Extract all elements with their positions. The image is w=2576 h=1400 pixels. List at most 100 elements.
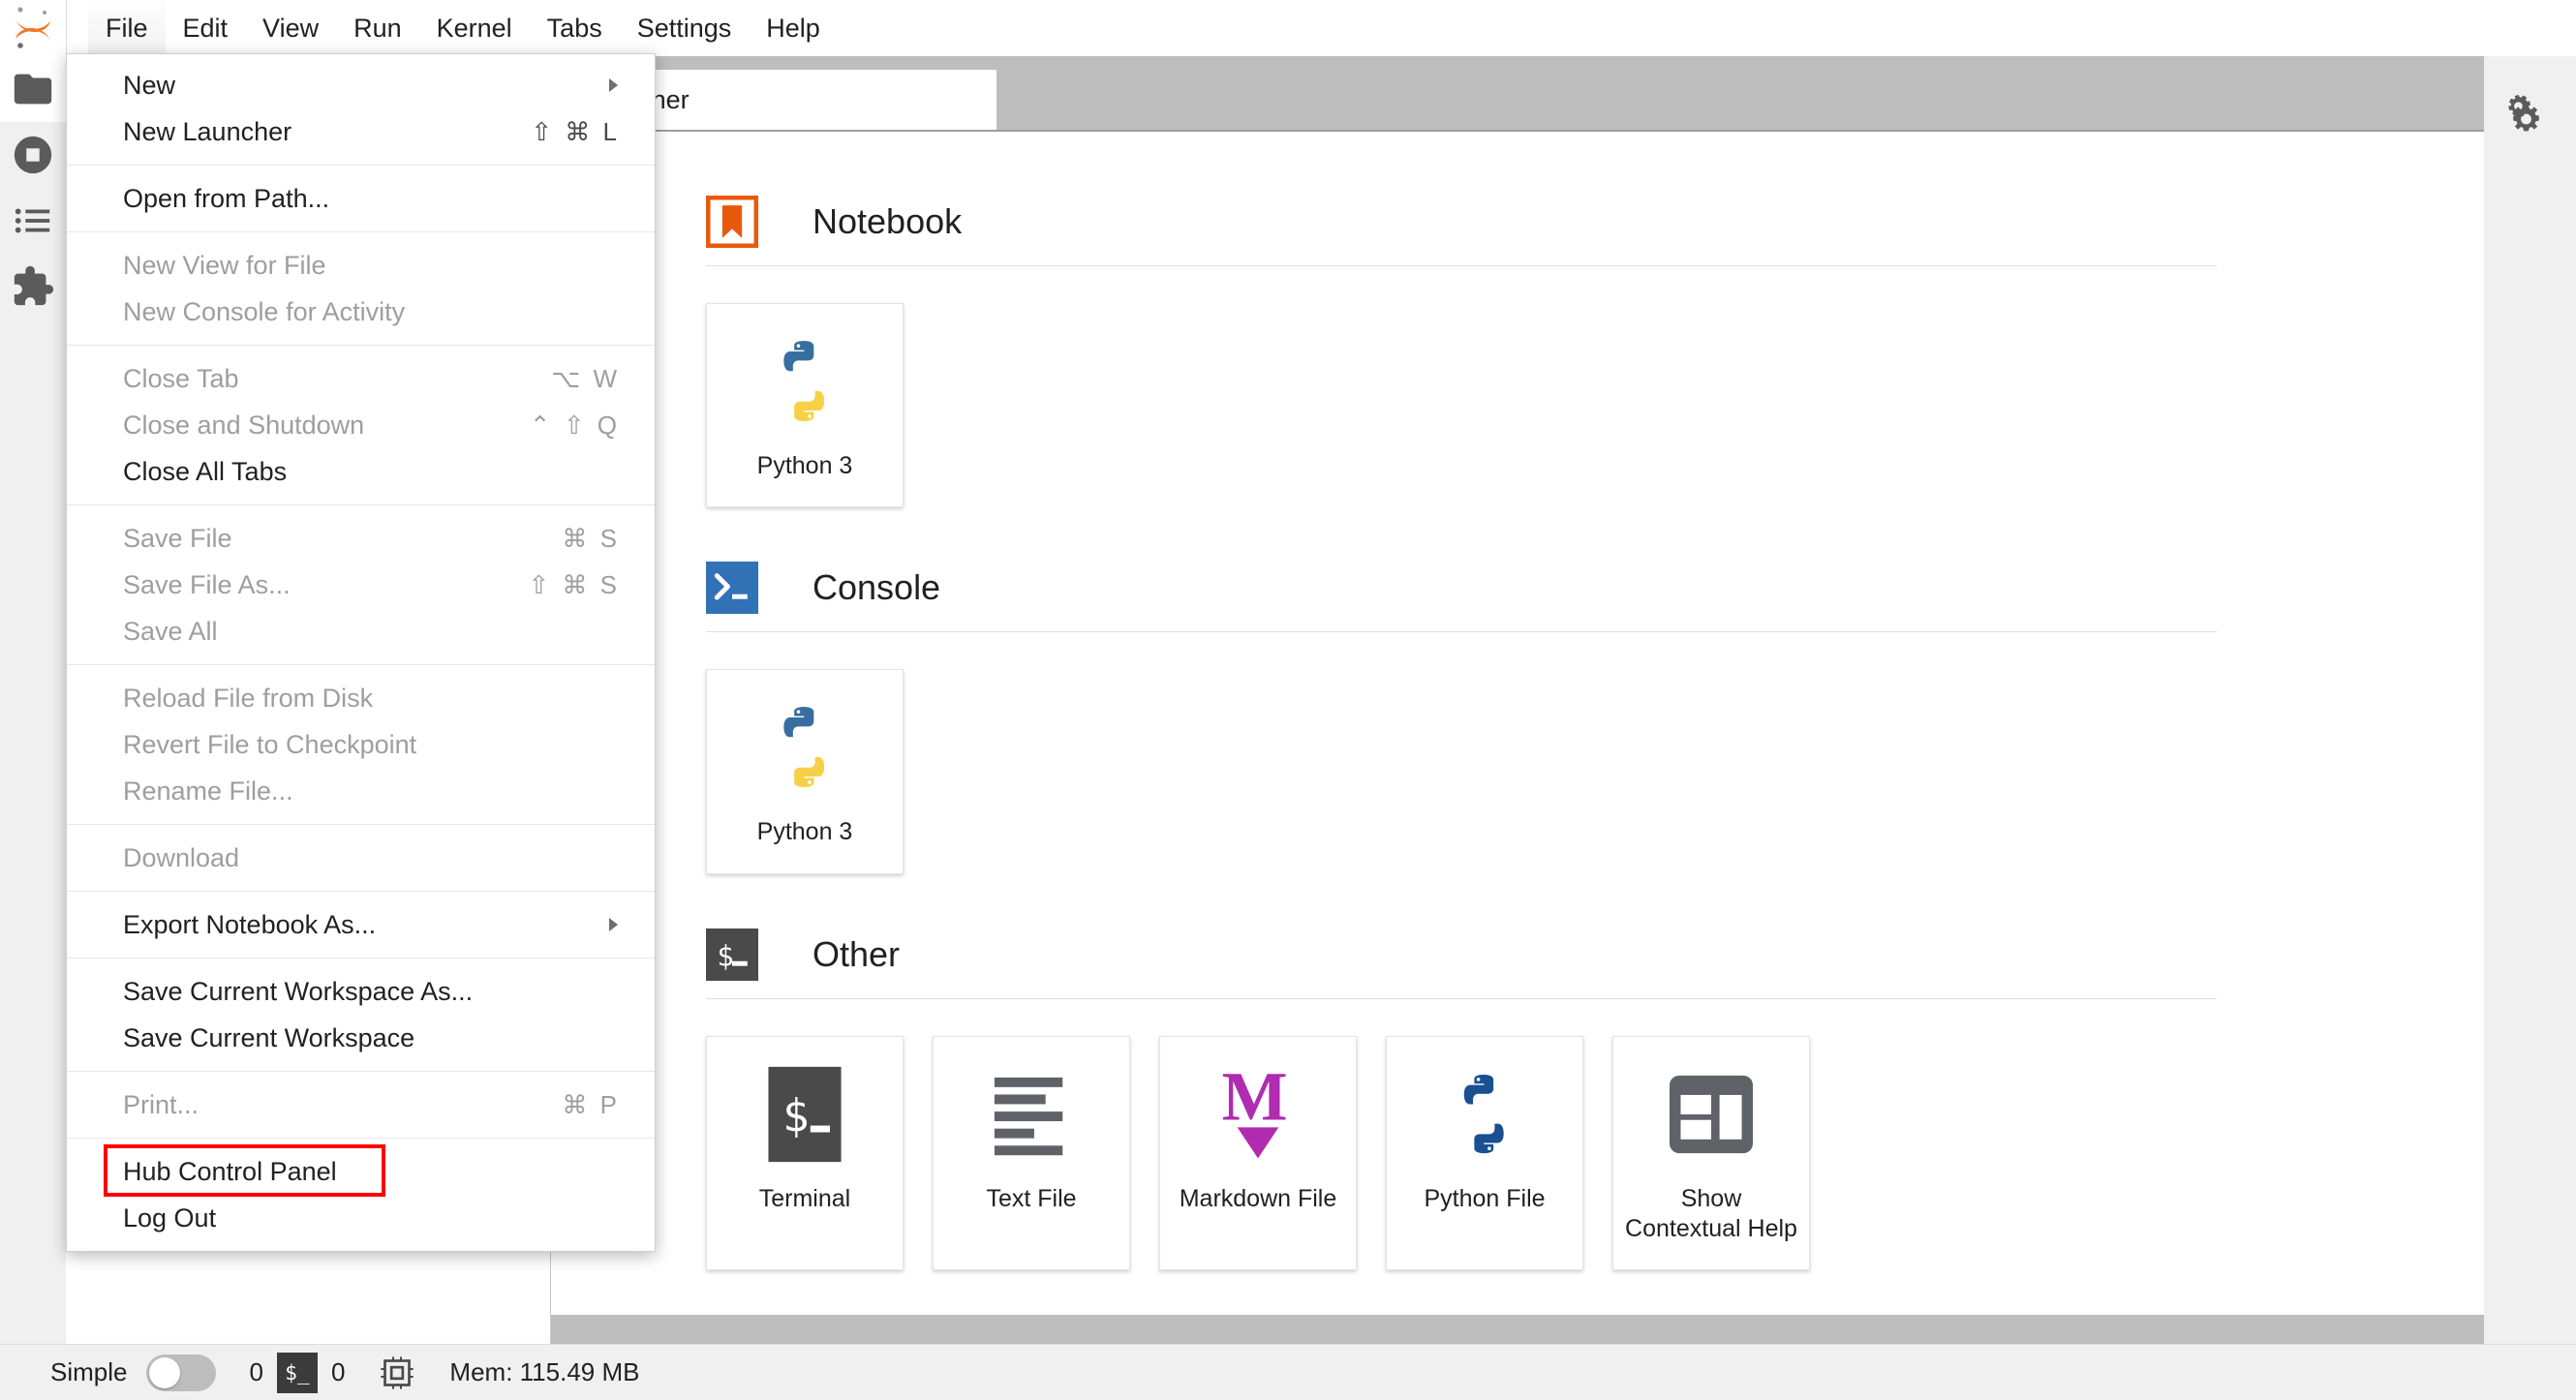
notebook-bookmark-icon bbox=[706, 196, 758, 248]
launcher-card-markdown-file[interactable]: M Markdown File bbox=[1159, 1036, 1357, 1271]
simple-mode-toggle[interactable] bbox=[146, 1354, 216, 1391]
launcher-card-notebook-python3[interactable]: Python 3 bbox=[706, 303, 904, 507]
terminal-dollar-icon: $ bbox=[706, 928, 758, 981]
menu-item-label: Download bbox=[123, 843, 629, 873]
menu-item-save-file: Save File ⌘ S bbox=[67, 515, 655, 562]
kernel-count: 0 bbox=[249, 1357, 262, 1387]
menu-item-print: Print... ⌘ P bbox=[67, 1081, 655, 1128]
list-icon bbox=[11, 198, 55, 243]
menu-separator bbox=[67, 165, 655, 166]
terminal-count: 0 bbox=[331, 1357, 345, 1387]
menu-item-label: New bbox=[123, 71, 609, 101]
menu-item-label: Print... bbox=[123, 1090, 562, 1120]
menu-item-shortcut: ⇧ ⌘ L bbox=[531, 117, 629, 147]
left-activity-bar bbox=[0, 56, 67, 1344]
menu-run[interactable]: Run bbox=[336, 0, 419, 56]
card-label: Text File bbox=[986, 1184, 1076, 1214]
launcher-section-other: $ Other $ bbox=[706, 919, 2484, 1310]
menu-item-save-current-workspace-as[interactable]: Save Current Workspace As... bbox=[67, 968, 655, 1015]
menu-item-label: Open from Path... bbox=[123, 184, 629, 214]
tab-bar: Launcher bbox=[551, 70, 2576, 130]
menu-item-label: Rename File... bbox=[123, 776, 629, 807]
menu-item-label: Save All bbox=[123, 617, 629, 647]
menu-item-label: Log Out bbox=[123, 1203, 629, 1233]
menu-item-shortcut: ⌘ P bbox=[562, 1090, 629, 1120]
sidebar-item-extension-manager[interactable] bbox=[0, 254, 66, 320]
menu-item-new-console-for-activity: New Console for Activity bbox=[67, 289, 655, 335]
section-divider bbox=[706, 631, 2217, 632]
menu-item-shortcut: ⌥ W bbox=[551, 364, 629, 394]
jupyter-logo bbox=[0, 0, 67, 56]
launcher-card-python-file[interactable]: Python File bbox=[1386, 1036, 1583, 1271]
terminal-icon: $ bbox=[762, 1064, 847, 1165]
menu-item-log-out[interactable]: Log Out bbox=[67, 1195, 655, 1241]
menu-item-label: New Launcher bbox=[123, 117, 531, 147]
menu-item-label: Reload File from Disk bbox=[123, 684, 629, 714]
menu-item-label: Revert File to Checkpoint bbox=[123, 730, 629, 760]
folder-icon bbox=[11, 67, 55, 111]
menu-separator bbox=[67, 231, 655, 232]
console-prompt-icon bbox=[706, 562, 758, 614]
menu-item-download: Download bbox=[67, 835, 655, 881]
menu-item-new-launcher[interactable]: New Launcher ⇧ ⌘ L bbox=[67, 108, 655, 155]
menu-item-open-from-path[interactable]: Open from Path... bbox=[67, 175, 655, 222]
kernel-count-group[interactable]: 0 $_ 0 bbox=[249, 1353, 345, 1393]
kernel-cpu-icon-group[interactable] bbox=[378, 1354, 416, 1392]
menu-tabs[interactable]: Tabs bbox=[530, 0, 620, 56]
python-logo-icon bbox=[757, 331, 852, 432]
cpu-chip-icon bbox=[378, 1354, 416, 1392]
sidebar-item-file-browser[interactable] bbox=[0, 56, 67, 122]
text-file-icon bbox=[987, 1064, 1076, 1165]
markdown-icon: M bbox=[1219, 1064, 1297, 1165]
sidebar-item-running-terminals[interactable] bbox=[0, 122, 66, 188]
main-dock-area: Launcher Notebook bbox=[551, 56, 2576, 1344]
menu-item-close-and-shutdown: Close and Shutdown ⌃ ⇧ Q bbox=[67, 402, 655, 448]
launcher-card-console-python3[interactable]: Python 3 bbox=[706, 669, 904, 873]
svg-text:$: $ bbox=[717, 939, 734, 972]
menu-item-save-current-workspace[interactable]: Save Current Workspace bbox=[67, 1015, 655, 1061]
menu-separator bbox=[67, 958, 655, 959]
menu-item-label: New View for File bbox=[123, 251, 629, 281]
menu-help[interactable]: Help bbox=[749, 0, 838, 56]
menu-item-shortcut: ⇧ ⌘ S bbox=[528, 570, 629, 600]
card-label: Python 3 bbox=[757, 451, 853, 481]
section-title: Other bbox=[813, 934, 900, 975]
launcher-card-terminal[interactable]: $ Terminal bbox=[706, 1036, 904, 1271]
sidebar-item-table-of-contents[interactable] bbox=[0, 188, 66, 254]
terminal-icon: $_ bbox=[277, 1353, 318, 1393]
launcher-card-show-contextual-help[interactable]: Show Contextual Help bbox=[1612, 1036, 1810, 1271]
menu-view[interactable]: View bbox=[245, 0, 336, 56]
section-header: $ Other bbox=[706, 919, 2484, 990]
menu-item-label: Hub Control Panel bbox=[123, 1157, 629, 1187]
menu-settings[interactable]: Settings bbox=[620, 0, 750, 56]
menu-separator bbox=[67, 1138, 655, 1139]
right-activity-bar bbox=[2484, 56, 2576, 1344]
property-inspector-gear-icon[interactable] bbox=[2501, 93, 2558, 154]
contextual-help-icon bbox=[1667, 1064, 1756, 1165]
status-bar: Simple 0 $_ 0 Mem: 115.49 MB bbox=[0, 1344, 2576, 1400]
menu-file[interactable]: File bbox=[88, 0, 166, 56]
menu-item-hub-control-panel[interactable]: Hub Control Panel bbox=[67, 1148, 655, 1195]
file-menu-dropdown[interactable]: New New Launcher ⇧ ⌘ L Open from Path...… bbox=[66, 53, 656, 1252]
simple-mode-toggle-group[interactable]: Simple bbox=[50, 1354, 216, 1391]
svg-text:$: $ bbox=[782, 1089, 810, 1141]
menu-item-close-all-tabs[interactable]: Close All Tabs bbox=[67, 448, 655, 495]
card-row: Python 3 bbox=[706, 303, 2484, 546]
memory-usage: Mem: 115.49 MB bbox=[449, 1357, 639, 1387]
card-label: Python File bbox=[1424, 1184, 1545, 1214]
menu-edit[interactable]: Edit bbox=[166, 0, 246, 56]
menu-separator bbox=[67, 1071, 655, 1072]
launcher-card-text-file[interactable]: Text File bbox=[933, 1036, 1130, 1271]
svg-text:M: M bbox=[1222, 1065, 1288, 1135]
menu-separator bbox=[67, 664, 655, 665]
card-label: Markdown File bbox=[1180, 1184, 1337, 1214]
section-header: Notebook bbox=[706, 186, 2484, 258]
menu-item-new[interactable]: New bbox=[67, 62, 655, 108]
section-header: Console bbox=[706, 552, 2484, 624]
menu-kernel[interactable]: Kernel bbox=[419, 0, 530, 56]
menu-item-reload-file-from-disk: Reload File from Disk bbox=[67, 675, 655, 721]
menu-item-export-notebook-as[interactable]: Export Notebook As... bbox=[67, 901, 655, 948]
python-logo-icon bbox=[757, 697, 852, 798]
menu-item-shortcut: ⌘ S bbox=[562, 524, 629, 554]
card-label: Show Contextual Help bbox=[1621, 1184, 1801, 1245]
